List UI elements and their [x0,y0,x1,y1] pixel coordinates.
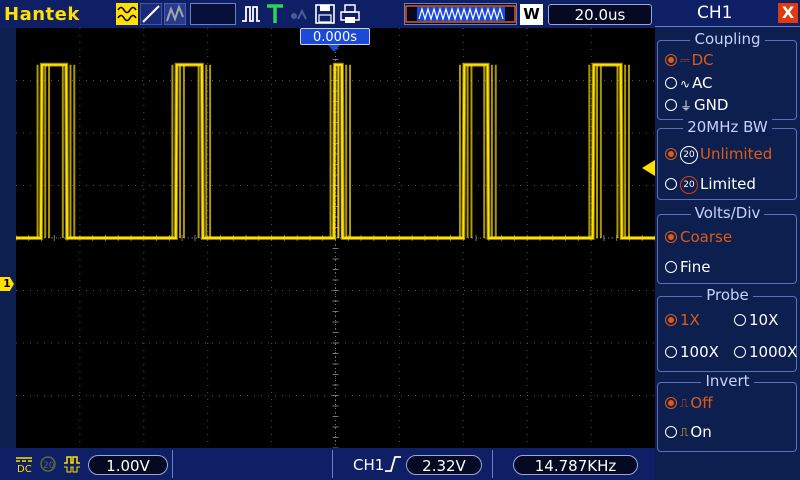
ac-symbol-icon: ∿ [680,76,691,91]
radio-icon [665,425,677,438]
timebase-waveform-indicator [404,3,517,25]
radio-icon [665,76,677,89]
frequency-display: 14.787KHz [513,455,638,475]
radio-icon [665,98,677,111]
volts-div-heading: Volts/Div [690,204,765,222]
bandwidth-limit-icon: 20 [40,456,56,472]
status-box [190,3,236,25]
brand-logo: Hantek [4,4,80,25]
probe-option-10x[interactable]: 10X [734,311,778,329]
trigger-level-display[interactable]: 2.32V [406,455,482,475]
probe-option-1000x[interactable]: 1000X [734,343,797,361]
radio-icon [665,396,677,409]
bw-unlimited-icon: 20 [680,145,698,164]
divider [172,450,173,478]
divider [332,450,333,478]
invert-off-icon: ⎍ [680,396,689,410]
top-toolbar: Hantek W 20.0us [0,0,655,28]
invert-option-off[interactable]: ⎍ Off [665,394,713,412]
coupling-heading: Coupling [690,30,765,48]
radio-icon [734,345,746,358]
radio-icon [665,260,677,273]
invert-group [657,382,797,452]
window-badge: W [520,4,543,25]
radio-icon [665,177,677,190]
coupling-option-ac[interactable]: ∿ AC [665,74,713,92]
bottom-status-bar: DC 20 1.00V CH1 2.32V 14.787KHz [0,448,655,480]
radio-icon [665,53,677,66]
trigger-channel-label: CH1 [353,456,385,474]
bandwidth-heading: 20MHz BW [683,118,772,136]
radio-icon [665,147,677,160]
invert-option-on[interactable]: ⎍ On [665,423,712,441]
trigger-position-arrow-icon [328,45,340,52]
radio-icon [665,230,677,243]
timebase-display[interactable]: 20.0us [548,4,652,25]
trigger-level-marker-icon[interactable] [642,160,655,176]
print-icon[interactable] [339,3,361,25]
volts-div-option-coarse[interactable]: Coarse [665,228,732,246]
svg-text:20: 20 [43,461,55,471]
close-button[interactable]: X [778,3,798,23]
bw-option-unlimited[interactable]: 20 Unlimited [665,145,772,164]
divider [492,450,493,478]
trigger-position-label[interactable]: 0.000s [300,28,370,45]
bw-option-limited[interactable]: 20 Limited [665,175,756,194]
dc-coupling-icon: DC [16,457,32,474]
channel1-level-marker[interactable]: 1 [0,277,14,291]
coupling-option-gnd[interactable]: ⏚ GND [665,96,728,114]
trigger-t-icon[interactable] [264,3,286,25]
svg-text:DC: DC [17,464,32,474]
radio-icon [665,345,677,358]
invert-heading: Invert [701,372,754,390]
ground-symbol-icon: ⏚ [680,99,693,113]
invert-on-icon: ⎍ [680,425,689,439]
waveform-mode-icon[interactable] [116,3,138,25]
waveform-preview [405,5,516,23]
waveform-display[interactable] [16,28,655,448]
bw-limited-icon: 20 [680,175,698,194]
volts-div-display[interactable]: 1.00V [88,455,168,475]
measure-icon[interactable] [288,3,310,25]
radio-icon [734,313,746,326]
coupling-option-dc[interactable]: ⎓ DC [665,51,714,69]
volts-div-option-fine[interactable]: Fine [665,258,710,276]
waveform-chart [16,28,655,448]
probe-heading: Probe [702,286,753,304]
rising-edge-icon [385,456,401,472]
channel-settings-panel: CH1 X Coupling ⎓ DC ∿ AC ⏚ GND 20MHz BW 20 U… [655,0,800,480]
probe-option-1x[interactable]: 1X [665,311,700,329]
display-mode-icon[interactable] [164,3,186,25]
slope-icon[interactable] [140,3,162,25]
probe-option-100x[interactable]: 100X [665,343,719,361]
pulse-icon[interactable] [240,3,262,25]
dc-symbol-icon: ⎓ [680,53,690,67]
radio-icon [665,313,677,326]
save-icon[interactable] [314,3,336,25]
invert-icon [64,456,80,473]
